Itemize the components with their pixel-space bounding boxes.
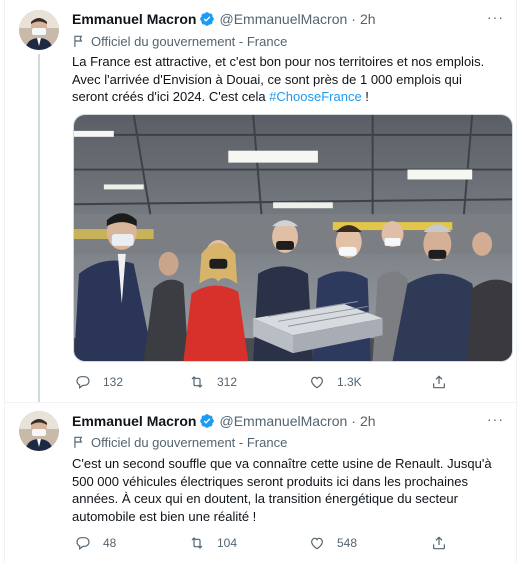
tweet-actions: 132 312 1.3K [73,372,453,392]
retweet-button[interactable]: 312 [189,374,237,390]
reply-count: 48 [103,536,117,550]
tweet-text-line: seront créés d'ici 2024. C'est cela [72,89,270,104]
thread-connector-line [38,54,40,402]
tweet-header: Emmanuel Macron @EmmanuelMacron · 2h ··· [72,411,508,431]
author-handle[interactable]: @EmmanuelMacron [219,11,347,27]
share-button[interactable] [431,535,459,551]
timestamp[interactable]: 2h [360,413,376,429]
timestamp[interactable]: 2h [360,11,376,27]
avatar[interactable] [19,411,59,451]
tweet-text-line: Avec l'arrivée d'Envision à Douai, ce so… [72,71,462,87]
more-options-icon[interactable]: ··· [487,9,504,25]
like-count: 548 [337,536,358,550]
share-icon [433,375,445,389]
tweet-text-line: 500 000 véhicules électriques seront pro… [72,473,469,489]
like-count: 1.3K [337,375,362,389]
share-button[interactable] [431,374,459,390]
flag-icon [72,435,86,449]
heart-icon [311,537,323,550]
reply-icon [76,376,90,389]
author-name[interactable]: Emmanuel Macron [72,413,196,429]
tweet-text-line: C'est un second souffle que va connaître… [72,456,492,471]
author-name[interactable]: Emmanuel Macron [72,11,196,27]
tweet-2[interactable]: Emmanuel Macron @EmmanuelMacron · 2h ···… [5,402,518,563]
tweet-1[interactable]: Emmanuel Macron @EmmanuelMacron · 2h ···… [5,0,518,402]
tweet-text-line: automobile est bien une réalité ! [72,508,257,524]
label-text: Officiel du gouvernement - France [91,434,288,450]
verified-badge-icon [199,413,215,429]
flag-icon [72,34,86,48]
avatar[interactable] [19,10,59,50]
hashtag-link[interactable]: #ChooseFrance [269,89,362,104]
tweet-header: Emmanuel Macron @EmmanuelMacron · 2h ··· [72,9,508,29]
reply-icon [76,537,90,550]
tweet-actions: 48 104 548 [73,533,453,553]
tweet-text-line: La France est attractive, et c'est bon p… [72,54,485,69]
tweet-text: La France est attractive, et c'est bon p… [72,53,512,106]
reply-button[interactable]: 48 [75,535,116,551]
share-icon [433,536,445,550]
government-label[interactable]: Officiel du gouvernement - France [72,32,287,50]
like-button[interactable]: 548 [309,535,357,551]
tweet-thread: Emmanuel Macron @EmmanuelMacron · 2h ···… [4,0,518,563]
heart-icon [311,376,323,389]
tweet-text-line: années. À ceux qui en doutent, la transi… [72,491,458,506]
author-handle[interactable]: @EmmanuelMacron [219,413,347,429]
separator-dot: · [351,11,356,27]
retweet-icon [191,376,203,388]
more-options-icon[interactable]: ··· [487,411,504,427]
retweet-count: 104 [217,536,238,550]
like-button[interactable]: 1.3K [309,374,362,390]
verified-badge-icon [199,11,215,27]
reply-button[interactable]: 132 [75,374,123,390]
retweet-icon [191,537,203,549]
reply-count: 132 [103,375,124,389]
retweet-count: 312 [217,375,238,389]
retweet-button[interactable]: 104 [189,535,237,551]
tweet-text: C'est un second souffle que va connaître… [72,455,512,525]
government-label[interactable]: Officiel du gouvernement - France [72,433,287,451]
separator-dot: · [351,413,356,429]
tweet-photo[interactable] [73,114,513,362]
tweet-text-end: ! [361,89,369,104]
label-text: Officiel du gouvernement - France [91,33,288,49]
